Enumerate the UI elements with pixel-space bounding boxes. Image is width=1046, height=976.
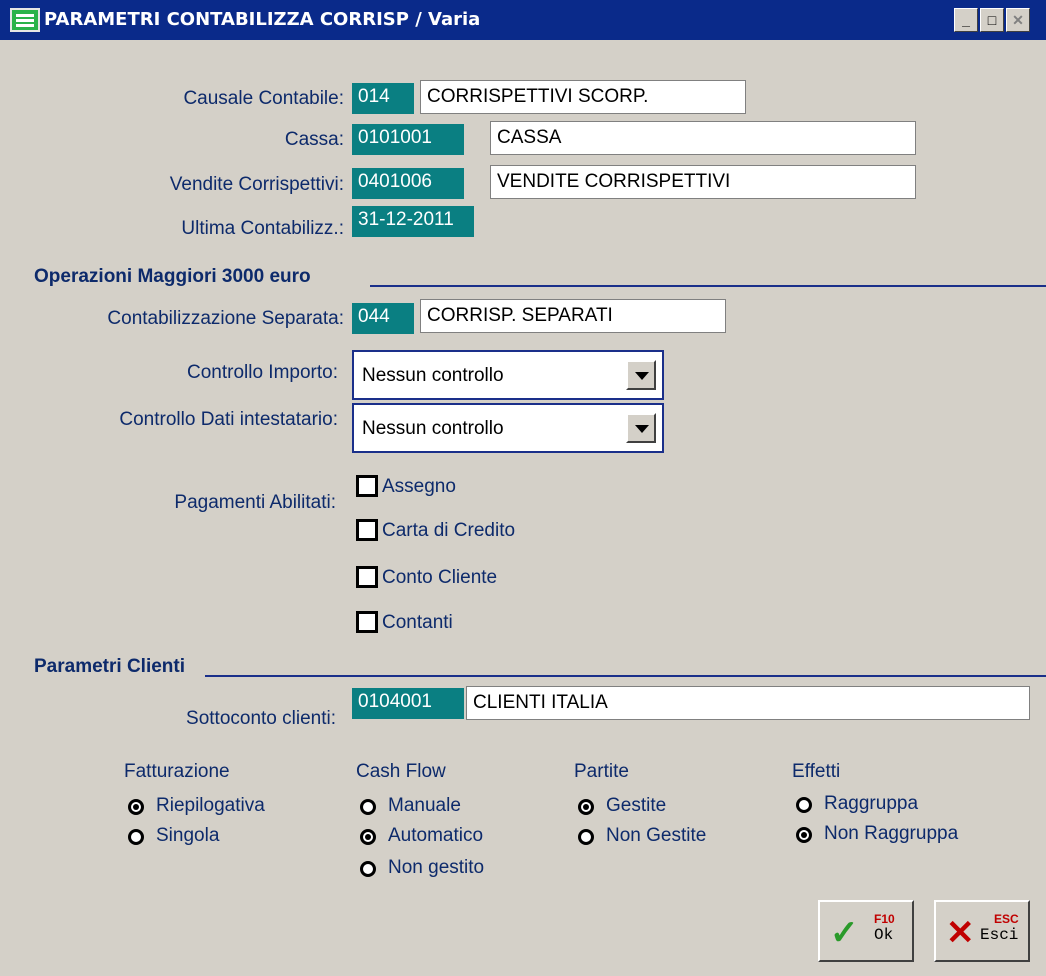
close-button[interactable]: ✕ [1006, 8, 1030, 32]
sottoconto-label: Sottoconto clienti: [186, 708, 336, 729]
automatico-label: Automatico [388, 825, 484, 846]
non-gestito-label: Non gestito [388, 857, 485, 878]
raggruppa-label: Raggruppa [824, 793, 919, 814]
conto-cliente-label: Conto Cliente [382, 567, 498, 588]
close-icon: ✕ [1012, 11, 1024, 28]
fatturazione-title: Fatturazione [124, 761, 230, 782]
vendite-code-field[interactable]: 0401006 [352, 168, 464, 199]
window-title: PARAMETRI CONTABILIZZA CORRISP / Varia [44, 9, 481, 30]
radio-non-gestite[interactable] [578, 829, 594, 845]
separata-desc-field[interactable]: CORRISP. SEPARATI [420, 299, 726, 333]
radio-singola[interactable] [128, 829, 144, 845]
form-icon [10, 8, 40, 32]
esci-label: Esci [980, 926, 1019, 944]
cassa-desc-field[interactable]: CASSA [490, 121, 916, 155]
operazioni-divider [370, 285, 1046, 287]
singola-label: Singola [156, 825, 220, 846]
checkbox-assegno[interactable] [356, 475, 378, 497]
clienti-divider [205, 675, 1046, 677]
checkbox-contanti[interactable] [356, 611, 378, 633]
cassa-code-field[interactable]: 0101001 [352, 124, 464, 155]
operazioni-section-title: Operazioni Maggiori 3000 euro [34, 266, 311, 287]
assegno-label: Assegno [382, 476, 456, 497]
ultima-date-field[interactable]: 31-12-2011 [352, 206, 474, 237]
radio-riepilogativa[interactable] [128, 799, 144, 815]
contanti-label: Contanti [382, 612, 453, 633]
partite-title: Partite [574, 761, 629, 782]
vendite-desc-field[interactable]: VENDITE CORRISPETTIVI [490, 165, 916, 199]
ok-shortcut-key: F10 [874, 912, 895, 926]
ok-label: Ok [874, 926, 894, 944]
checkmark-icon: ✓ [830, 914, 859, 952]
cassa-label: Cassa: [284, 129, 344, 150]
minimize-icon: _ [962, 12, 970, 28]
riepilogativa-label: Riepilogativa [156, 795, 265, 816]
minimize-button[interactable]: _ [954, 8, 978, 32]
ok-button[interactable]: ✓ F10 Ok [818, 900, 914, 962]
causale-code-field[interactable]: 014 [352, 83, 414, 114]
cashflow-title: Cash Flow [356, 761, 446, 782]
radio-gestite[interactable] [578, 799, 594, 815]
x-icon: ✕ [946, 914, 975, 952]
controllo-importo-select[interactable]: Nessun controllo [352, 350, 664, 400]
non-gestite-label: Non Gestite [606, 825, 707, 846]
causale-desc-field[interactable]: CORRISPETTIVI SCORP. [420, 80, 746, 114]
gestite-label: Gestite [606, 795, 667, 816]
radio-non-gestito[interactable] [360, 861, 376, 877]
pagamenti-label: Pagamenti Abilitati: [174, 492, 336, 513]
controllo-dati-value: Nessun controllo [362, 418, 504, 439]
checkbox-conto-cliente[interactable] [356, 566, 378, 588]
radio-automatico[interactable] [360, 829, 376, 845]
chevron-down-icon[interactable] [626, 360, 656, 390]
radio-manuale[interactable] [360, 799, 376, 815]
dialog-window: PARAMETRI CONTABILIZZA CORRISP / Varia _… [0, 0, 1046, 976]
clienti-section-title: Parametri Clienti [34, 656, 185, 677]
causale-label: Causale Contabile: [183, 88, 344, 109]
esci-button[interactable]: ✕ ESC Esci [934, 900, 1030, 962]
controllo-importo-label: Controllo Importo: [186, 362, 338, 383]
vendite-label: Vendite Corrispettivi: [169, 174, 344, 195]
sottoconto-code-field[interactable]: 0104001 [352, 688, 464, 719]
controllo-importo-value: Nessun controllo [362, 365, 504, 386]
sottoconto-desc-field[interactable]: CLIENTI ITALIA [466, 686, 1030, 720]
separata-code-field[interactable]: 044 [352, 303, 414, 334]
maximize-icon: □ [987, 12, 997, 28]
controllo-dati-label: Controllo Dati intestatario: [119, 409, 338, 430]
controllo-dati-select[interactable]: Nessun controllo [352, 403, 664, 453]
radio-non-raggruppa[interactable] [796, 827, 812, 843]
checkbox-carta-di-credito[interactable] [356, 519, 378, 541]
non-raggruppa-label: Non Raggruppa [824, 823, 959, 844]
ultima-label: Ultima Contabilizz.: [181, 218, 344, 239]
maximize-button[interactable]: □ [980, 8, 1004, 32]
title-bar[interactable]: PARAMETRI CONTABILIZZA CORRISP / Varia _… [0, 0, 1046, 40]
carta-label: Carta di Credito [382, 520, 516, 541]
esci-shortcut-key: ESC [994, 912, 1019, 926]
chevron-down-icon[interactable] [626, 413, 656, 443]
radio-raggruppa[interactable] [796, 797, 812, 813]
effetti-title: Effetti [792, 761, 841, 782]
manuale-label: Manuale [388, 795, 461, 816]
separata-label: Contabilizzazione Separata: [107, 308, 344, 329]
